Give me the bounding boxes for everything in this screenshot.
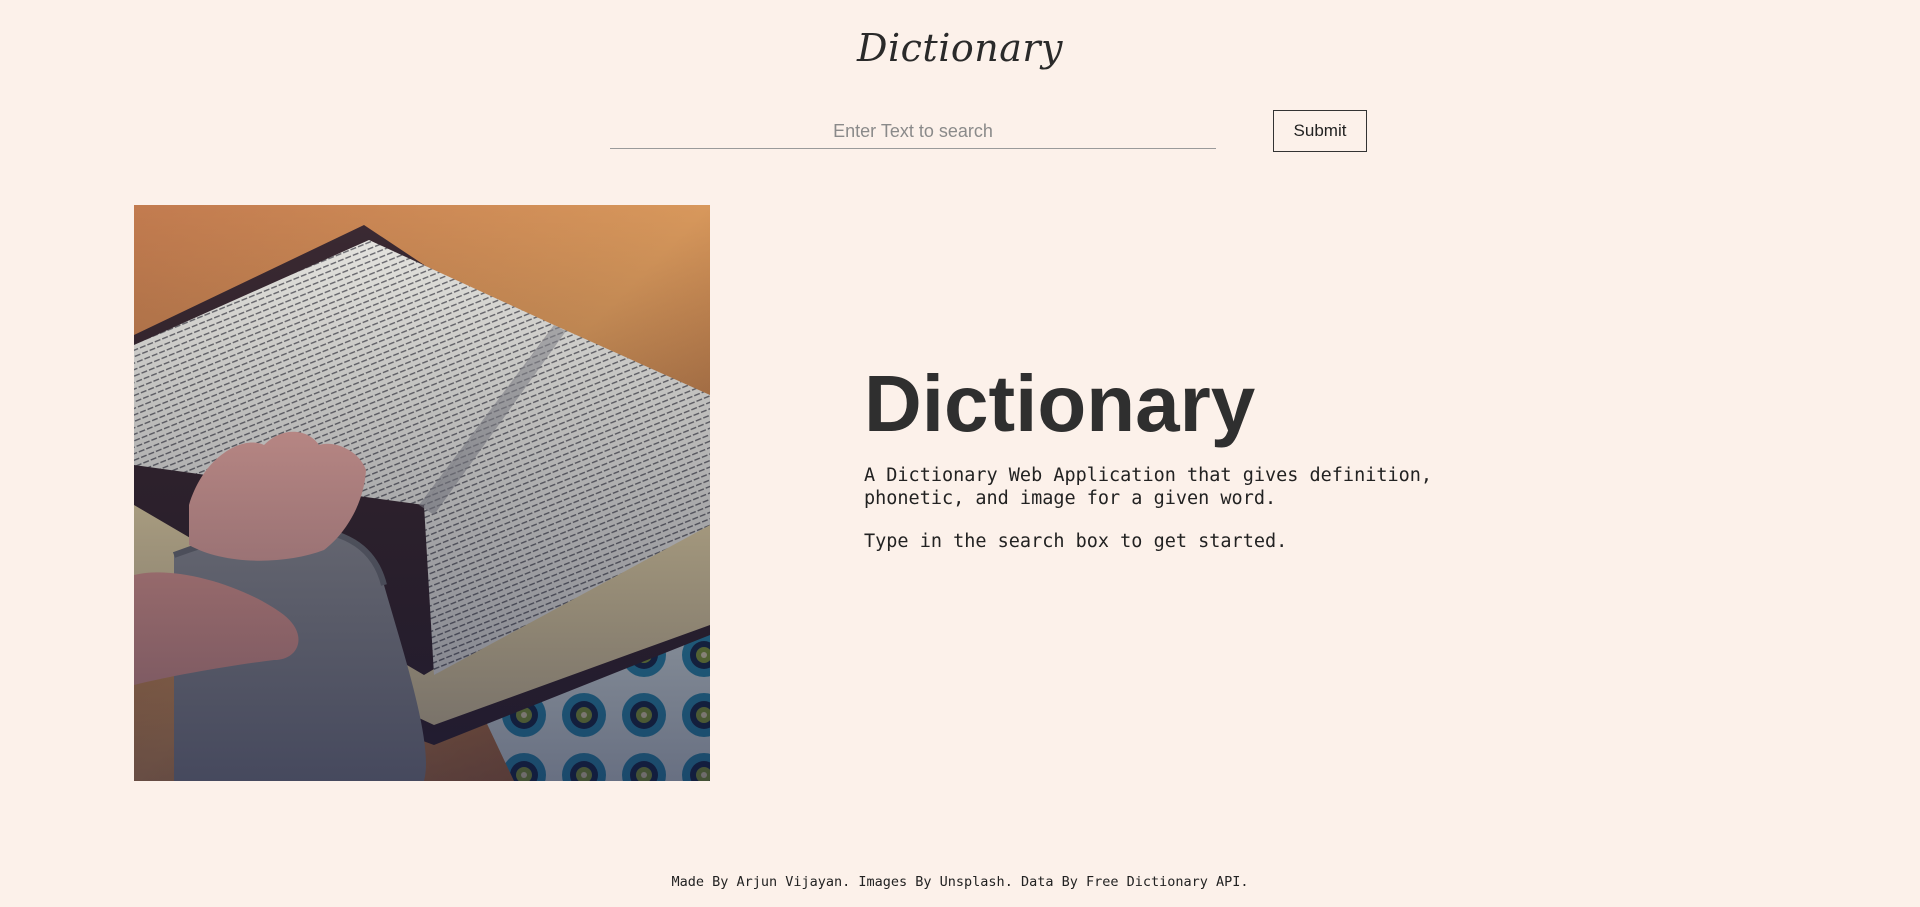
hero-title: Dictionary (864, 359, 1256, 448)
hero-image (134, 205, 710, 781)
search-bar: Submit (610, 108, 1370, 154)
search-input[interactable] (610, 114, 1216, 149)
submit-button[interactable]: Submit (1273, 110, 1367, 152)
page: Dictionary Submit (0, 0, 1920, 907)
hero-description: A Dictionary Web Application that gives … (864, 465, 1433, 509)
hero-hint: Type in the search box to get started. (864, 531, 1288, 552)
book-photo-icon (134, 205, 710, 781)
hero-text: Dictionary A Dictionary Web Application … (864, 360, 1484, 553)
brand-logo[interactable]: Dictionary (0, 26, 1920, 70)
footer-credits: Made By Arjun Vijayan. Images By Unsplas… (671, 874, 1249, 890)
